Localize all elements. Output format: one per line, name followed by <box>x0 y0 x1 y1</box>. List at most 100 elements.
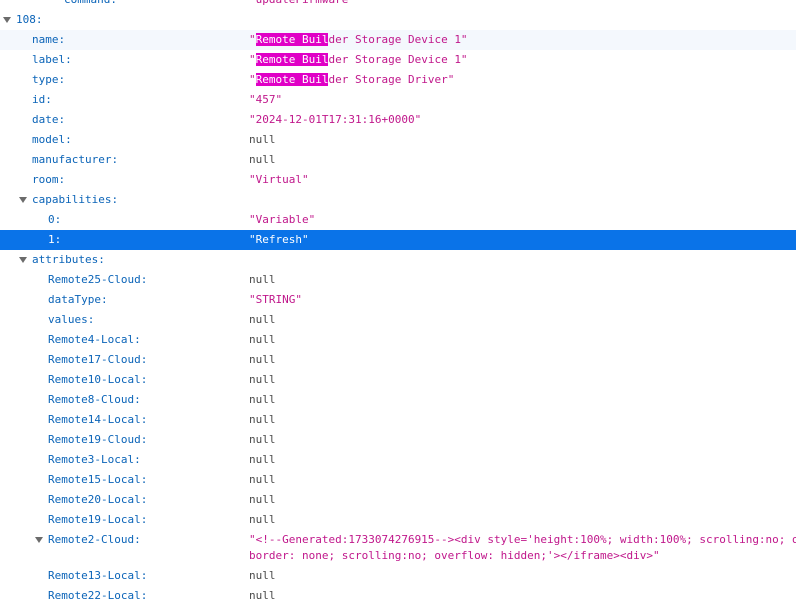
json-row-date[interactable]: date: "2024-12-01T17:31:16+0000" <box>0 110 796 130</box>
json-value: null <box>249 473 276 486</box>
json-value: null <box>249 353 276 366</box>
json-value: "457" <box>249 93 283 106</box>
expand-arrow-icon[interactable] <box>19 257 27 263</box>
json-value: null <box>249 589 276 602</box>
json-value: "Remote Builder Storage Device 1" <box>249 30 468 50</box>
expand-arrow-icon[interactable] <box>3 17 11 23</box>
json-key: name: <box>32 33 66 46</box>
search-highlight: Remote Buil <box>255 53 329 66</box>
json-key: 1: <box>48 233 62 246</box>
json-value: null <box>249 153 276 166</box>
json-row-type[interactable]: type: "Remote Builder Storage Driver" <box>0 70 796 90</box>
json-key: capabilities: <box>32 193 119 206</box>
json-key: type: <box>32 73 66 86</box>
json-value: null <box>249 373 276 386</box>
value-rest: der Storage Device 1" <box>328 53 468 66</box>
json-row-attribute[interactable]: Remote4-Local: null <box>0 330 796 350</box>
json-key: Remote3-Local: <box>48 453 141 466</box>
json-row-name[interactable]: name: "Remote Builder Storage Device 1" <box>0 30 796 50</box>
json-key: command: <box>64 0 117 10</box>
json-row-attribute[interactable]: Remote25-Cloud: null <box>0 270 796 290</box>
json-node-capabilities[interactable]: capabilities: <box>0 190 796 210</box>
json-key: Remote15-Local: <box>48 473 148 486</box>
json-key: model: <box>32 133 72 146</box>
json-key: Remote19-Cloud: <box>48 433 148 446</box>
expand-arrow-icon[interactable] <box>19 197 27 203</box>
json-row-attribute[interactable]: Remote15-Local: null <box>0 470 796 490</box>
json-row-attribute[interactable]: dataType: "STRING" <box>0 290 796 310</box>
json-key: dataType: <box>48 293 108 306</box>
value-line-1: "<!--Generated:1733074276915--><div styl… <box>249 533 796 546</box>
json-key: id: <box>32 93 52 106</box>
json-row-attribute[interactable]: Remote10-Local: null <box>0 370 796 390</box>
json-key: Remote8-Cloud: <box>48 393 141 406</box>
json-value: null <box>249 433 276 446</box>
search-highlight: Remote Buil <box>255 73 329 86</box>
quote-mark: " <box>249 73 256 86</box>
json-value: "Refresh" <box>249 233 309 246</box>
json-row-remote2-cloud[interactable]: Remote2-Cloud: "<!--Generated:1733074276… <box>0 530 796 566</box>
json-row-model[interactable]: model: null <box>0 130 796 150</box>
json-key: 108: <box>16 13 43 26</box>
json-row-attribute[interactable]: Remote20-Local: null <box>0 490 796 510</box>
json-row-attribute[interactable]: Remote17-Cloud: null <box>0 350 796 370</box>
json-row-label[interactable]: label: "Remote Builder Storage Device 1" <box>0 50 796 70</box>
json-row-command[interactable]: command: "updateFirmware" <box>0 0 796 10</box>
value-rest: der Storage Device 1" <box>328 33 468 46</box>
json-row-manufacturer[interactable]: manufacturer: null <box>0 150 796 170</box>
json-viewer: command: "updateFirmware" 108: name: "Re… <box>0 0 796 604</box>
json-key: Remote2-Cloud: <box>48 533 141 546</box>
json-value: null <box>249 493 276 506</box>
json-key: Remote13-Local: <box>48 569 148 582</box>
json-row-attribute[interactable]: Remote8-Cloud: null <box>0 390 796 410</box>
json-value: null <box>249 393 276 406</box>
json-key: Remote10-Local: <box>48 373 148 386</box>
json-value: null <box>249 413 276 426</box>
json-value-multiline: "<!--Generated:1733074276915--><div styl… <box>249 530 796 564</box>
json-value: "Remote Builder Storage Device 1" <box>249 50 468 70</box>
json-row-id[interactable]: id: "457" <box>0 90 796 110</box>
quote-mark: " <box>249 33 256 46</box>
expand-arrow-icon[interactable] <box>35 537 43 543</box>
json-value: null <box>249 453 276 466</box>
json-key: values: <box>48 313 95 326</box>
json-key: Remote14-Local: <box>48 413 148 426</box>
json-key: Remote20-Local: <box>48 493 148 506</box>
json-value: "Variable" <box>249 213 316 226</box>
json-row-room[interactable]: room: "Virtual" <box>0 170 796 190</box>
json-key: Remote19-Local: <box>48 513 148 526</box>
json-row-attribute[interactable]: Remote19-Cloud: null <box>0 430 796 450</box>
json-row-attribute[interactable]: Remote22-Local: null <box>0 586 796 604</box>
json-value: "updateFirmware" <box>249 0 355 10</box>
json-row-attribute[interactable]: Remote3-Local: null <box>0 450 796 470</box>
json-value: null <box>249 273 276 286</box>
json-value: "Virtual" <box>249 173 309 186</box>
json-row-attribute[interactable]: Remote19-Local: null <box>0 510 796 530</box>
json-node-108[interactable]: 108: <box>0 10 796 30</box>
json-value: "STRING" <box>249 293 302 306</box>
value-line-2: border: none; scrolling:no; overflow: hi… <box>249 549 660 562</box>
json-row-attribute[interactable]: Remote13-Local: null <box>0 566 796 586</box>
json-key: Remote22-Local: <box>48 589 148 602</box>
json-row-attribute[interactable]: values: null <box>0 310 796 330</box>
json-key: Remote25-Cloud: <box>48 273 148 286</box>
json-key: attributes: <box>32 253 105 266</box>
value-rest: der Storage Driver" <box>328 73 455 86</box>
json-row-attribute[interactable]: Remote14-Local: null <box>0 410 796 430</box>
json-value: "Remote Builder Storage Driver" <box>249 70 454 90</box>
json-key: manufacturer: <box>32 153 119 166</box>
json-value: null <box>249 313 276 326</box>
quote-mark: " <box>249 53 256 66</box>
json-key: Remote17-Cloud: <box>48 353 148 366</box>
json-value: null <box>249 133 276 146</box>
json-key: 0: <box>48 213 62 226</box>
search-highlight: Remote Buil <box>255 33 329 46</box>
json-value: null <box>249 569 276 582</box>
json-value: "2024-12-01T17:31:16+0000" <box>249 113 422 126</box>
json-node-attributes[interactable]: attributes: <box>0 250 796 270</box>
json-row-capability[interactable]: 0: "Variable" <box>0 210 796 230</box>
json-value: null <box>249 513 276 526</box>
json-row-capability-selected[interactable]: 1: "Refresh" <box>0 230 796 250</box>
json-key: date: <box>32 113 66 126</box>
json-key: Remote4-Local: <box>48 333 141 346</box>
